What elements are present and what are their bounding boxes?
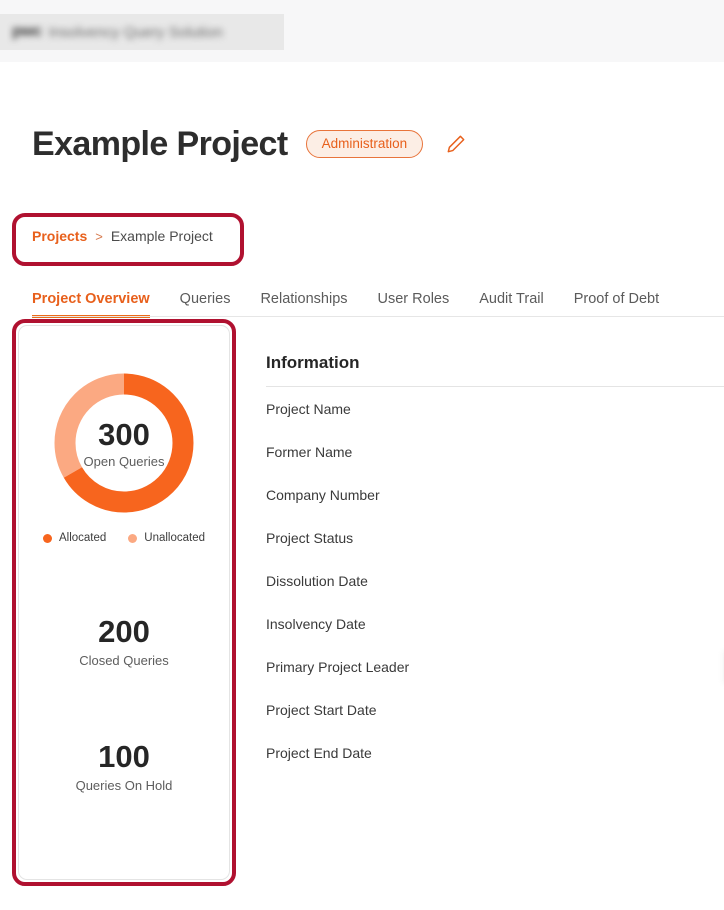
donut-center-label: 300 Open Queries bbox=[49, 368, 199, 518]
breadcrumb-current: Example Project bbox=[110, 228, 213, 244]
table-row: Primary Project Leader bbox=[266, 645, 724, 688]
edit-project-button[interactable] bbox=[443, 131, 469, 157]
breadcrumb-separator-icon: > bbox=[95, 228, 103, 244]
donut-legend: Allocated Unallocated bbox=[19, 532, 229, 544]
pencil-icon bbox=[447, 135, 465, 153]
open-queries-label: Open Queries bbox=[83, 453, 165, 469]
info-label-company-number: Company Number bbox=[266, 486, 380, 503]
legend-item-allocated[interactable]: Allocated bbox=[42, 532, 107, 544]
tab-queries[interactable]: Queries bbox=[180, 291, 231, 318]
legend-label-allocated: Allocated bbox=[58, 532, 107, 544]
closed-queries-value: 200 bbox=[98, 614, 150, 649]
closed-queries-stat: 200 Closed Queries bbox=[19, 614, 229, 668]
page-title: Example Project bbox=[32, 125, 288, 163]
info-label-primary-project-leader: Primary Project Leader bbox=[266, 658, 410, 675]
open-queries-donut-chart: 300 Open Queries bbox=[49, 368, 199, 518]
information-title: Information bbox=[266, 353, 360, 372]
information-panel: Information Project Name Exam Former Nam… bbox=[266, 353, 724, 774]
queries-on-hold-label: Queries On Hold bbox=[75, 778, 173, 793]
tab-project-overview[interactable]: Project Overview bbox=[32, 291, 150, 318]
table-row: Former Name Examp bbox=[266, 430, 724, 473]
legend-item-unallocated[interactable]: Unallocated bbox=[128, 532, 205, 544]
tab-bar-divider bbox=[32, 316, 724, 317]
table-row: Project Status bbox=[266, 516, 724, 559]
page-header: Example Project Administration bbox=[32, 124, 469, 164]
legend-dot-unallocated-icon bbox=[128, 533, 138, 543]
page-root: pwc Insolvency Query Solution Example Pr… bbox=[0, 0, 724, 910]
legend-label-unallocated: Unallocated bbox=[144, 532, 206, 544]
tab-user-roles[interactable]: User Roles bbox=[378, 291, 450, 318]
info-label-dissolution-date: Dissolution Date bbox=[266, 572, 368, 589]
tab-audit-trail[interactable]: Audit Trail bbox=[479, 291, 543, 318]
top-app-bar: pwc Insolvency Query Solution bbox=[0, 0, 724, 62]
status-badge: Administration bbox=[305, 130, 424, 158]
table-row: Project End Date bbox=[266, 731, 724, 774]
info-label-project-end-date: Project End Date bbox=[266, 744, 372, 761]
info-label-project-status: Project Status bbox=[266, 529, 354, 546]
breadcrumb-projects-link[interactable]: Projects bbox=[32, 228, 87, 244]
tab-relationships[interactable]: Relationships bbox=[260, 291, 347, 318]
tab-proof-of-debt[interactable]: Proof of Debt bbox=[574, 291, 659, 318]
table-row: Project Name Exam bbox=[266, 387, 724, 430]
brand-logo-redacted[interactable]: pwc Insolvency Query Solution bbox=[0, 14, 284, 50]
table-row: Dissolution Date bbox=[266, 559, 724, 602]
tab-bar: Project Overview Queries Relationships U… bbox=[32, 280, 659, 318]
queries-on-hold-stat: 100 Queries On Hold bbox=[19, 739, 229, 793]
table-row: Insolvency Date bbox=[266, 602, 724, 645]
table-row: Company Number bbox=[266, 473, 724, 516]
breadcrumb: Projects > Example Project bbox=[32, 228, 213, 244]
query-stats-card: 300 Open Queries Allocated Unallocated 2… bbox=[18, 325, 230, 880]
info-label-former-name: Former Name bbox=[266, 443, 353, 460]
info-label-project-start-date: Project Start Date bbox=[266, 701, 377, 718]
pwc-logo: pwc bbox=[12, 23, 42, 40]
app-name-label: Insolvency Query Solution bbox=[48, 23, 223, 41]
queries-on-hold-value: 100 bbox=[98, 739, 150, 774]
info-label-project-name: Project Name bbox=[266, 400, 351, 417]
table-row: Project Start Date bbox=[266, 688, 724, 731]
closed-queries-label: Closed Queries bbox=[79, 653, 169, 668]
info-label-insolvency-date: Insolvency Date bbox=[266, 615, 366, 632]
legend-dot-allocated-icon bbox=[42, 533, 52, 543]
open-queries-value: 300 bbox=[98, 416, 150, 452]
